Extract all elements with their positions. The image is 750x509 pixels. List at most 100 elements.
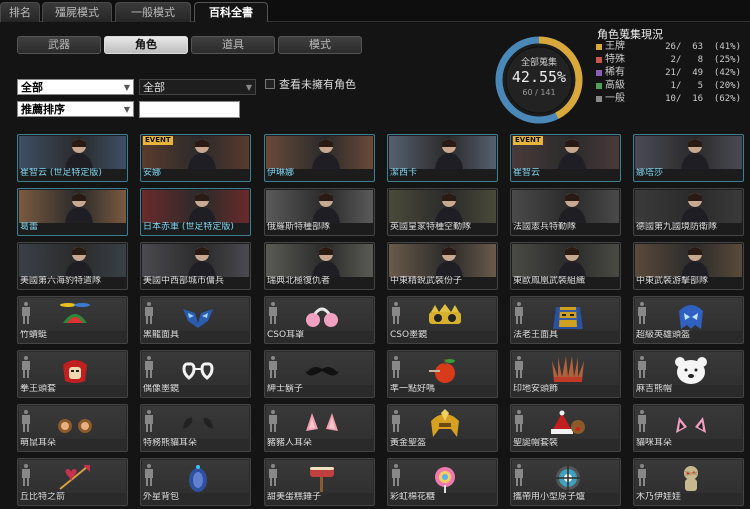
- character-silhouette: [59, 136, 99, 172]
- character-card[interactable]: 聖誕帽套裝: [510, 404, 621, 452]
- character-name: CSO墨鏡: [390, 330, 428, 340]
- character-card[interactable]: 東歐鳳凰武裝組織: [510, 242, 621, 290]
- tab-zombie-mode[interactable]: 殭屍模式: [42, 2, 112, 22]
- character-silhouette: [182, 136, 222, 172]
- character-card[interactable]: 彩虹棉花糖: [387, 458, 498, 506]
- character-card[interactable]: 木乃伊娃娃: [633, 458, 744, 506]
- sort-dropdown[interactable]: 推薦排序 ▼: [17, 101, 134, 117]
- subtab-items[interactable]: 道具: [191, 36, 275, 54]
- hero-helmet-icon: [673, 301, 709, 331]
- pig-ears-icon: [304, 409, 340, 439]
- character-card[interactable]: 俄羅斯特種部隊: [264, 188, 375, 236]
- character-card[interactable]: 印地安頭飾: [510, 350, 621, 398]
- character-card[interactable]: CSO墨鏡: [387, 296, 498, 344]
- character-name: CSO耳罩: [267, 330, 305, 340]
- cupid-arrow-icon: [19, 460, 126, 493]
- character-portrait: [19, 244, 126, 277]
- character-card[interactable]: 特務熊貓耳朵: [140, 404, 251, 452]
- character-silhouette: [429, 136, 469, 172]
- santa-hat-icon: [512, 406, 619, 439]
- character-card[interactable]: 英國皇家特種空勤隊: [387, 188, 498, 236]
- character-card[interactable]: 中東武裝游擊部隊: [633, 242, 744, 290]
- pharaoh-mask-icon: [512, 298, 619, 331]
- party-glasses-icon: [427, 301, 463, 331]
- character-card[interactable]: 日本赤軍 (世足特定版): [140, 188, 251, 236]
- tab-ranking[interactable]: 排名: [0, 2, 40, 22]
- character-card[interactable]: 美國第六海豹特遣隊: [17, 242, 128, 290]
- character-card[interactable]: 瑞典北極復仇者: [264, 242, 375, 290]
- character-card[interactable]: 娜塔莎: [633, 134, 744, 182]
- subcategory-dropdown[interactable]: 全部 ▼: [139, 79, 256, 95]
- character-card[interactable]: 黑龍面具: [140, 296, 251, 344]
- rarity-name: 高級: [605, 80, 625, 91]
- subtab-modes[interactable]: 模式: [278, 36, 362, 54]
- heart-glasses-icon: [180, 355, 216, 385]
- character-card[interactable]: 中東精銳武裝份子: [387, 242, 498, 290]
- pharaoh-mask-icon: [550, 301, 586, 331]
- person-silhouette-icon: [638, 356, 646, 378]
- category-dropdown[interactable]: 全部 ▼: [17, 79, 134, 95]
- rarity-color-swatch: [596, 57, 602, 63]
- character-card[interactable]: 美國中西部城市傭兵: [140, 242, 251, 290]
- character-card[interactable]: 竹蜻蜓: [17, 296, 128, 344]
- character-card[interactable]: 紳士鬍子: [264, 350, 375, 398]
- character-card[interactable]: 甜美蛋糕錘子: [264, 458, 375, 506]
- character-card[interactable]: 貓咪耳朵: [633, 404, 744, 452]
- character-name: 特務熊貓耳朵: [143, 438, 198, 448]
- alien-backpack-icon: [142, 460, 249, 493]
- character-card[interactable]: EVENT 崔智云: [510, 134, 621, 182]
- person-silhouette-icon: [145, 302, 153, 324]
- character-card[interactable]: 攜帶用小型原子爐: [510, 458, 621, 506]
- tab-normal-mode[interactable]: 一般模式: [115, 2, 191, 22]
- character-portrait: [512, 190, 619, 223]
- character-name: 黃金聖盔: [390, 438, 427, 448]
- character-silhouette: [306, 136, 346, 172]
- character-card[interactable]: 準一點好嗎: [387, 350, 498, 398]
- character-card[interactable]: 葛蕾: [17, 188, 128, 236]
- collection-percent: 42.55%: [511, 68, 567, 86]
- mummy-doll-icon: [673, 463, 709, 493]
- person-silhouette-icon: [269, 302, 277, 324]
- person-silhouette-icon: [22, 464, 30, 486]
- character-card[interactable]: 超級英雄頭盔: [633, 296, 744, 344]
- character-name: 紳士鬍子: [267, 384, 304, 394]
- character-card[interactable]: 崔智云 (世足特定版): [17, 134, 128, 182]
- person-silhouette-icon: [515, 464, 523, 486]
- character-card[interactable]: 黃金聖盔: [387, 404, 498, 452]
- character-portrait: [389, 136, 496, 169]
- search-input[interactable]: [139, 101, 240, 118]
- subtab-weapons[interactable]: 武器: [17, 36, 101, 54]
- character-name: 美國中西部城市傭兵: [143, 276, 225, 286]
- character-portrait: [635, 244, 742, 277]
- tab-encyclopedia[interactable]: 百科全書: [194, 2, 268, 22]
- character-name: 伊琳娜: [267, 168, 295, 178]
- character-card[interactable]: 德國第九國境防衛隊: [633, 188, 744, 236]
- character-card[interactable]: 丘比特之箭: [17, 458, 128, 506]
- character-card[interactable]: CSO耳罩: [264, 296, 375, 344]
- santa-hat-icon: [550, 409, 586, 439]
- rainbow-candy-icon: [389, 460, 496, 493]
- rarity-count: 1/ 5 (20%): [665, 81, 741, 91]
- character-card[interactable]: 外星背包: [140, 458, 251, 506]
- character-card[interactable]: 拳王頭套: [17, 350, 128, 398]
- character-card[interactable]: 法國憲兵特勤隊: [510, 188, 621, 236]
- character-card[interactable]: 潔西卡: [387, 134, 498, 182]
- character-card[interactable]: 豬豬人耳朵: [264, 404, 375, 452]
- character-card[interactable]: 偶像墨鏡: [140, 350, 251, 398]
- subtab-characters[interactable]: 角色: [104, 36, 188, 54]
- person-silhouette-icon: [22, 302, 30, 324]
- character-portrait: [512, 244, 619, 277]
- character-silhouette: [552, 244, 592, 280]
- show-unowned-checkbox[interactable]: [265, 79, 275, 89]
- character-card[interactable]: 麻吉熊帽: [633, 350, 744, 398]
- character-name: 法老王面具: [513, 330, 559, 340]
- cake-hammer-icon: [266, 460, 373, 493]
- earmuffs-icon: [266, 298, 373, 331]
- top-tab-bar: 排名 殭屍模式 一般模式 百科全書: [0, 0, 750, 22]
- character-silhouette: [675, 190, 715, 226]
- character-card[interactable]: EVENT 安娜: [140, 134, 251, 182]
- character-card[interactable]: 萌鼠耳朵: [17, 404, 128, 452]
- character-card[interactable]: 法老王面具: [510, 296, 621, 344]
- person-silhouette-icon: [269, 410, 277, 432]
- character-card[interactable]: 伊琳娜: [264, 134, 375, 182]
